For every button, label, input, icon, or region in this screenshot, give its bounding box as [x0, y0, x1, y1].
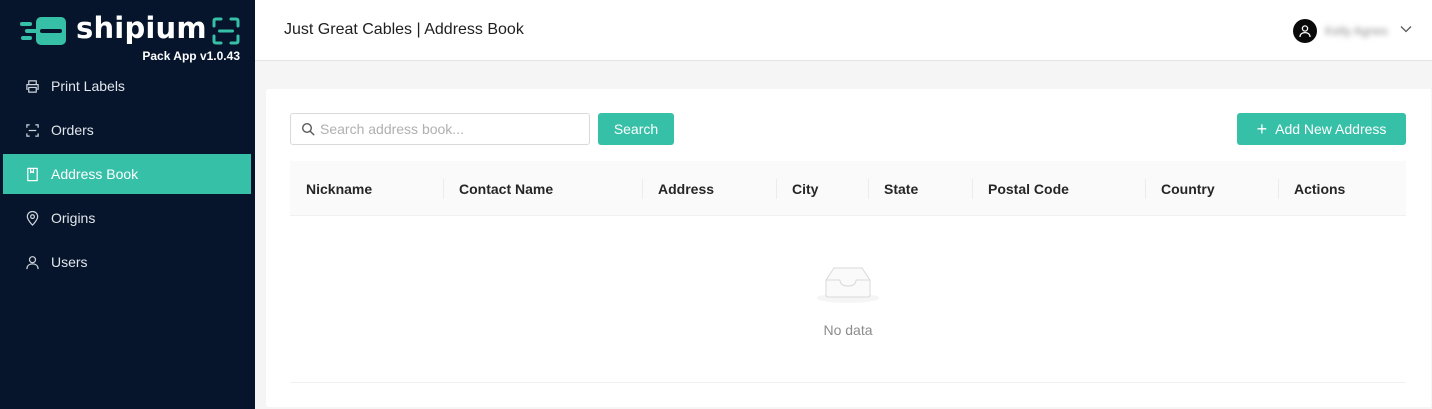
add-new-address-button[interactable]: + Add New Address [1237, 113, 1406, 145]
search-box[interactable] [290, 113, 590, 145]
column-header-country: Country [1145, 161, 1278, 216]
search-input[interactable] [320, 121, 580, 137]
column-header-city: City [776, 161, 868, 216]
sidebar-item-origins[interactable]: Origins [0, 198, 255, 238]
address-table: Nickname Contact Name Address City State… [290, 161, 1406, 383]
chevron-down-icon[interactable] [1399, 22, 1413, 36]
sidebar-item-address-book[interactable]: Address Book [3, 154, 251, 194]
address-book-card: Search + Add New Address Nickname Contac… [266, 89, 1431, 407]
user-avatar-icon[interactable] [1293, 19, 1317, 43]
column-header-nickname: Nickname [306, 180, 373, 197]
plus-icon: + [1256, 119, 1268, 139]
search-icon [301, 122, 315, 136]
sidebar: shipium Pack App v1.0.43 Print Labels Or… [0, 0, 255, 409]
scan-frame-icon [212, 17, 240, 45]
sidebar-item-orders[interactable]: Orders [0, 110, 255, 150]
scan-icon [24, 122, 40, 138]
empty-text: No data [823, 322, 873, 338]
page-title: Just Great Cables | Address Book [284, 21, 524, 38]
search-button-label: Search [613, 121, 659, 137]
table-header: Nickname Contact Name Address City State… [290, 161, 1406, 216]
add-button-label: Add New Address [1275, 121, 1387, 137]
user-name[interactable]: Kelly Agnes [1325, 24, 1388, 38]
sidebar-item-print-labels[interactable]: Print Labels [0, 66, 255, 106]
brand-name: shipium [76, 11, 207, 45]
column-header-postal-code: Postal Code [972, 161, 1145, 216]
sidebar-item-label: Address Book [51, 166, 139, 182]
app-version: Pack App v1.0.43 [142, 49, 240, 63]
search-button[interactable]: Search [598, 113, 674, 145]
table-empty-state: No data [290, 216, 1406, 383]
shipium-logo[interactable]: shipium Pack App v1.0.43 [20, 11, 242, 64]
empty-inbox-icon [817, 267, 879, 303]
column-header-actions: Actions [1278, 161, 1406, 216]
top-header: Just Great Cables | Address Book Kelly A… [255, 0, 1432, 61]
column-header-contact-name: Contact Name [443, 161, 642, 216]
sidebar-item-label: Users [51, 254, 88, 270]
location-pin-icon [24, 210, 40, 226]
logo-mark-icon [20, 17, 66, 45]
sidebar-item-users[interactable]: Users [0, 242, 255, 282]
column-header-state: State [868, 161, 972, 216]
sidebar-nav: Print Labels Orders Address Book Origins… [0, 66, 255, 286]
printer-icon [24, 78, 40, 94]
sidebar-item-label: Print Labels [51, 78, 125, 94]
sidebar-item-label: Origins [51, 210, 96, 226]
user-icon [24, 254, 40, 270]
book-icon [24, 166, 40, 182]
sidebar-item-label: Orders [51, 122, 94, 138]
column-header-address: Address [642, 161, 776, 216]
